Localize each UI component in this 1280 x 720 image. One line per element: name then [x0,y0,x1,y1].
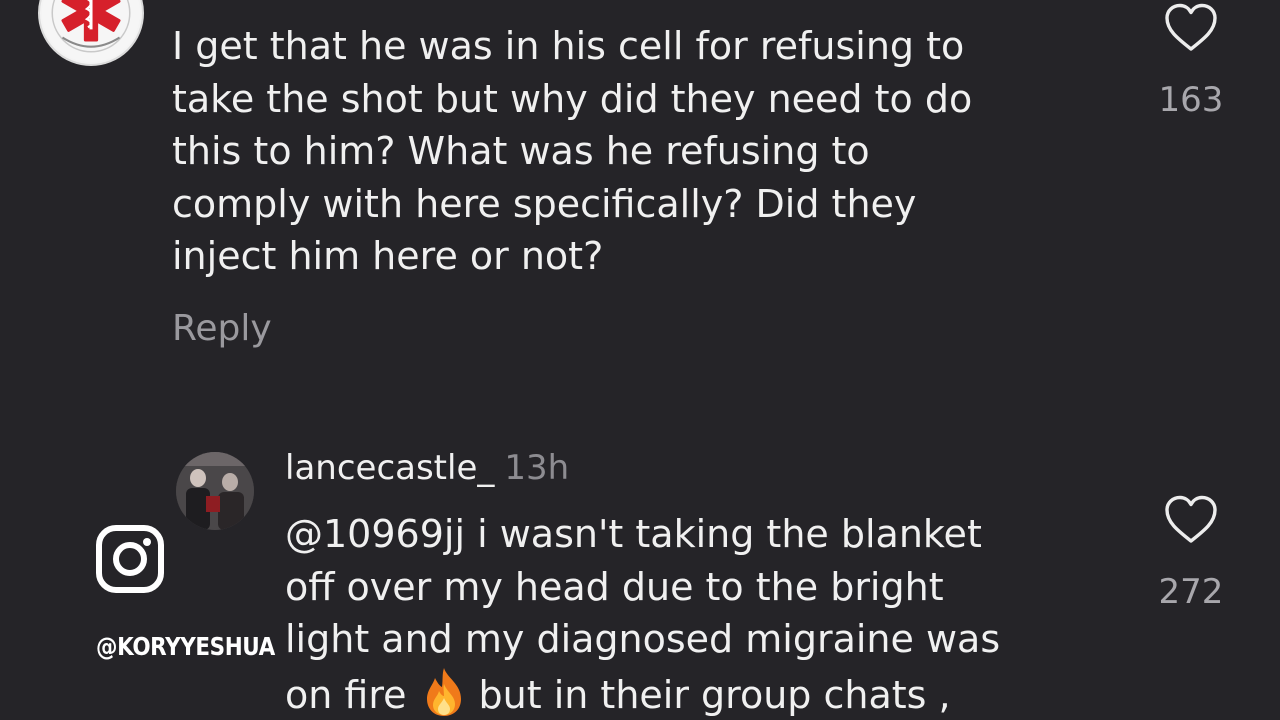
username[interactable]: lancecastle_ [285,448,494,488]
comment-text-part: but in their group chats , [478,672,951,717]
comment-text: I get that he was in his cell for refusi… [172,24,973,278]
like-count: 163 [1158,80,1224,120]
heart-outline-icon [1165,495,1217,543]
avatar[interactable] [176,452,254,530]
instagram-icon [95,524,165,594]
comments-screen: I get that he was in his cell for refusi… [0,0,1280,720]
profile-photo [176,452,254,530]
like-button[interactable] [1163,494,1219,546]
fire-icon [421,666,467,718]
like-button[interactable] [1163,2,1219,54]
watermark-handle: @KORYYESHUA [96,632,275,661]
timestamp: 13h [504,448,570,488]
reply-button[interactable]: Reply [172,308,272,349]
comment-header: lancecastle_ 13h [285,448,569,488]
heart-outline-icon [1165,3,1217,51]
like-count: 272 [1158,572,1224,612]
ambulance-star-of-life-icon [42,0,140,62]
avatar[interactable] [38,0,144,66]
comment-text: @10969jj i wasn't taking the blanket off… [285,508,1115,720]
